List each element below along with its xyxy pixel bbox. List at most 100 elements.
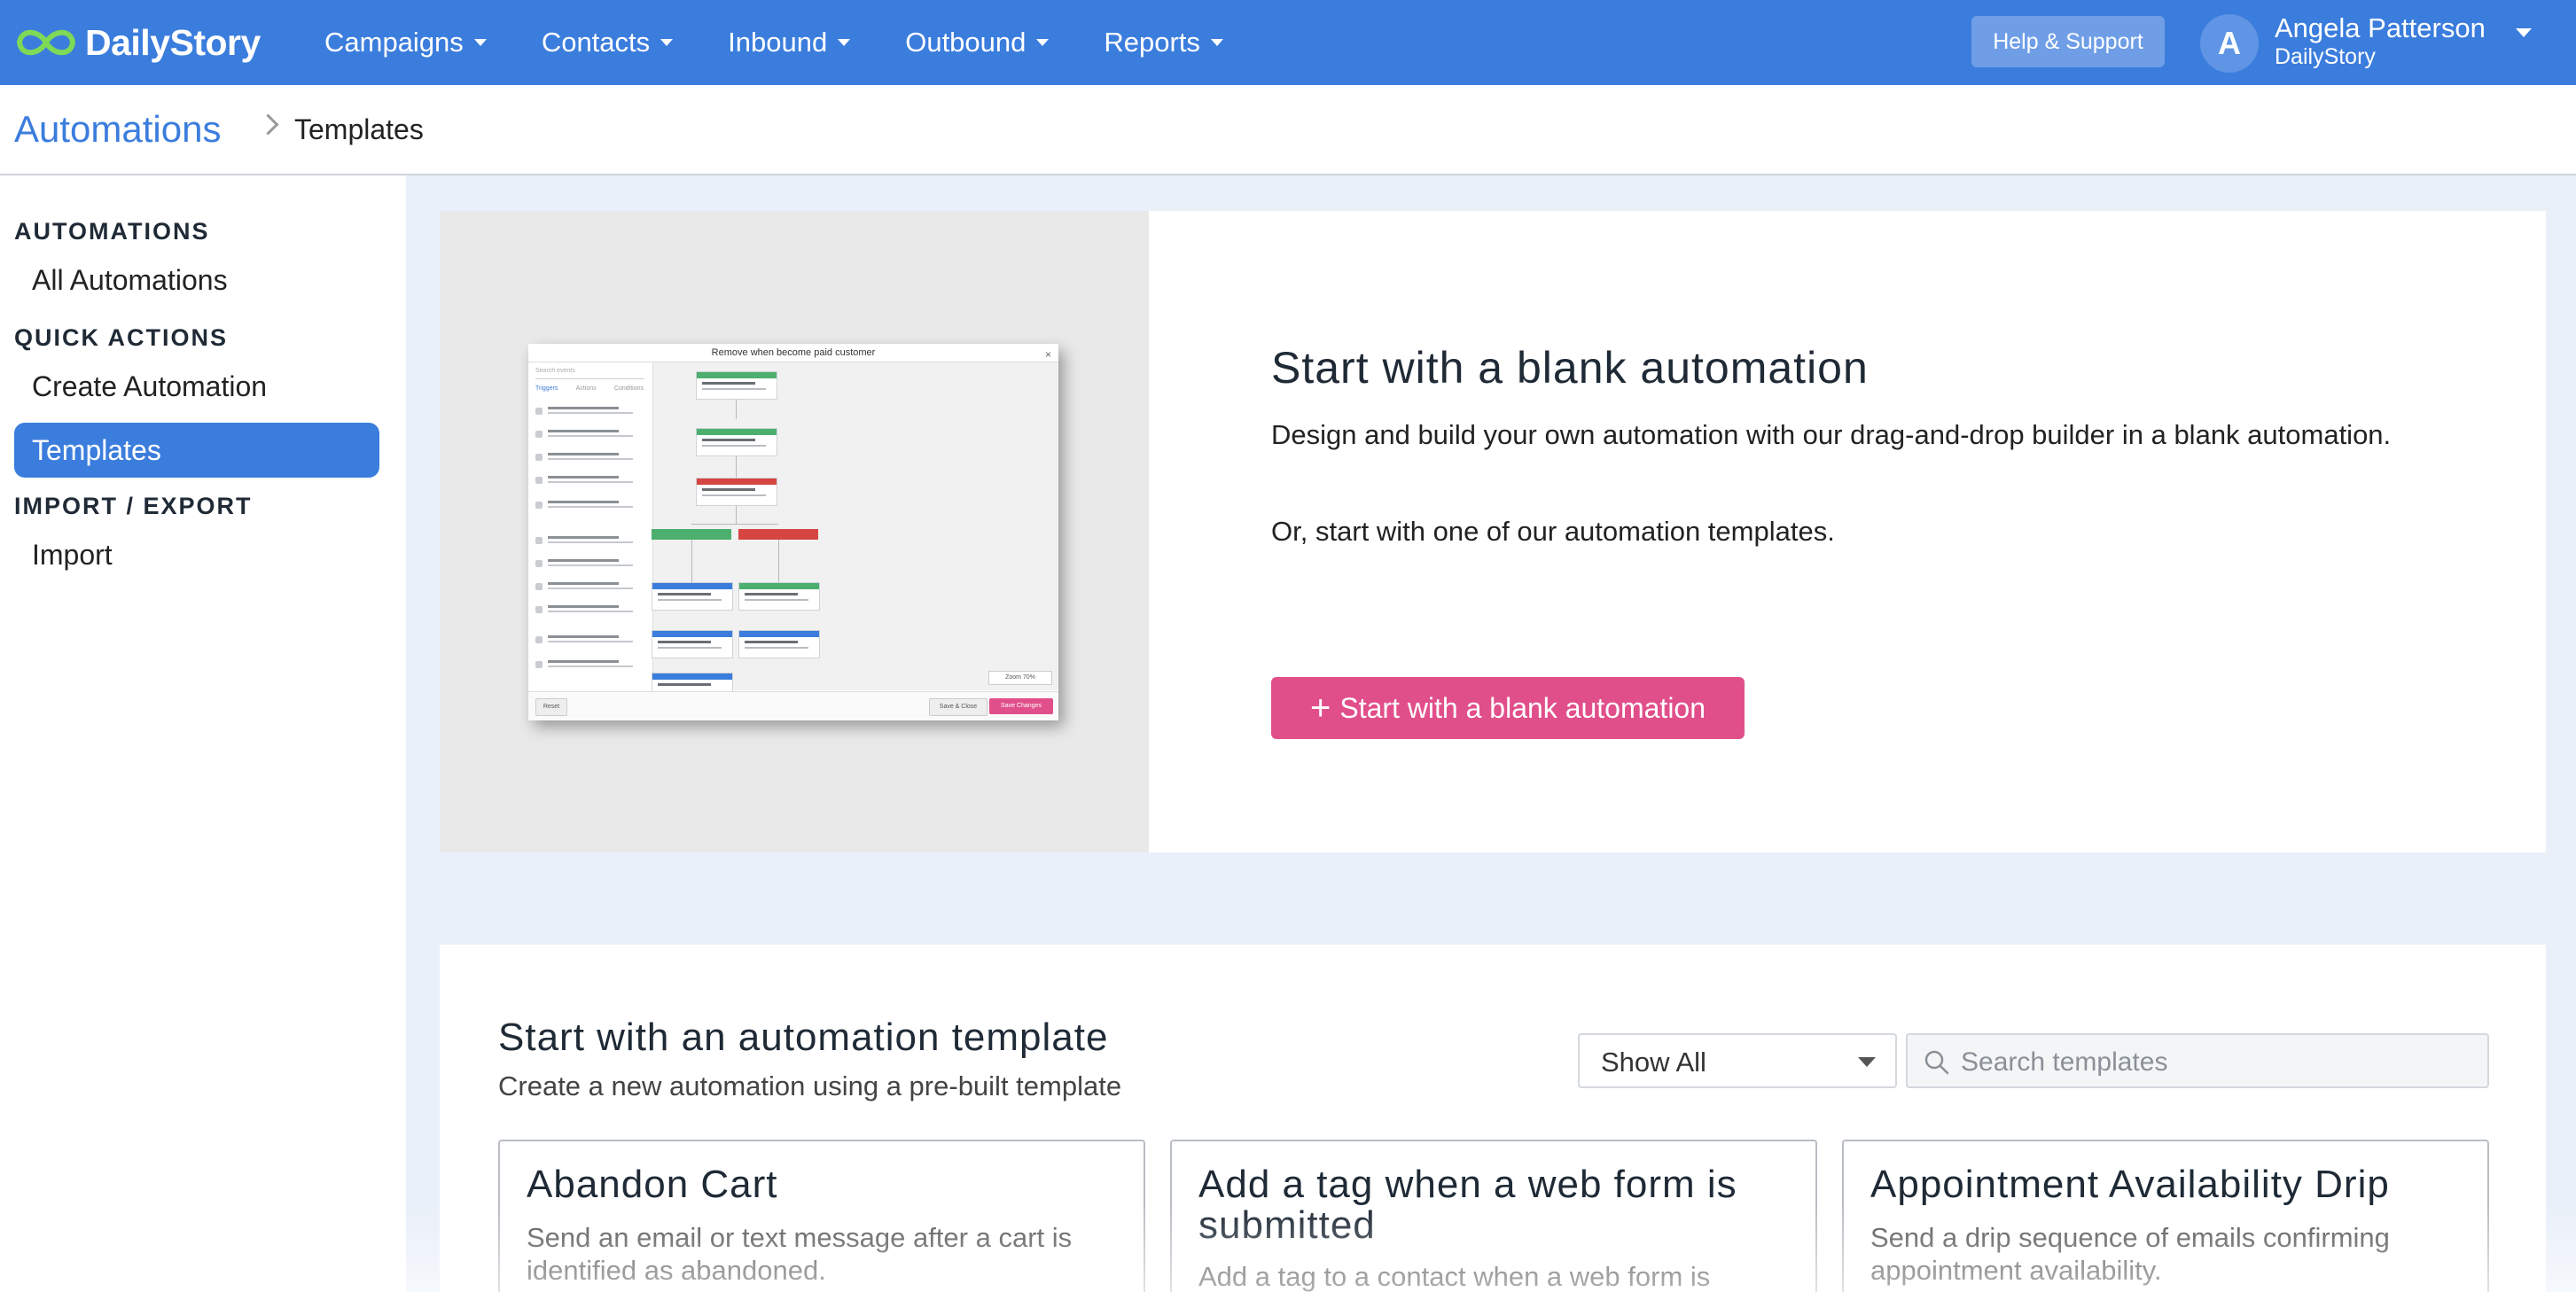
template-card-title: Appointment Availability Drip [1870, 1163, 2390, 1206]
preview-list-item [535, 658, 642, 674]
template-card-title: Abandon Cart [527, 1163, 778, 1206]
builder-preview-screenshot: Remove when become paid customer × Search… [528, 344, 1058, 720]
start-blank-automation-button[interactable]: + Start with a blank automation [1271, 677, 1745, 739]
preview-title-text: Remove when become paid customer [711, 347, 876, 358]
nav-reports-label: Reports [1104, 27, 1200, 58]
blank-automation-panel: Remove when become paid customer × Search… [440, 211, 2546, 852]
template-card-description: Add a tag to a contact when a web form i… [1198, 1261, 1711, 1292]
preview-tab: Actions [575, 385, 597, 392]
flow-connector [736, 398, 737, 419]
sidebar-item-all-automations[interactable]: All Automations [32, 264, 228, 297]
sidebar: AUTOMATIONS All Automations QUICK ACTION… [0, 175, 406, 1292]
preview-list-item [535, 603, 642, 619]
sidebar-item-templates-label: Templates [32, 433, 161, 466]
plus-icon: + [1309, 689, 1331, 728]
preview-reset-button: Reset [535, 698, 567, 716]
template-card-appointment-availability[interactable]: Appointment Availability Drip Send a dri… [1842, 1140, 2489, 1292]
infinity-logo-icon [16, 29, 76, 56]
templates-hint: Or, start with one of our automation tem… [1271, 516, 1835, 547]
preview-list-item [535, 451, 642, 467]
nav-inbound[interactable]: Inbound [728, 27, 851, 58]
flow-node-action [652, 673, 733, 692]
caret-down-icon [1210, 39, 1223, 46]
flow-node-action [738, 582, 820, 611]
sidebar-item-import[interactable]: Import [32, 539, 113, 572]
preview-tabs: Triggers Actions Conditions [535, 385, 644, 396]
preview-tab: Triggers [535, 385, 558, 392]
preview-list-item [535, 534, 642, 550]
preview-save-close-button: Save & Close [929, 698, 987, 716]
template-search-box [1906, 1033, 2489, 1088]
caret-down-icon [660, 39, 674, 46]
preview-tab: Conditions [613, 385, 644, 392]
flow-branch-no [738, 529, 818, 540]
caret-down-icon [473, 39, 487, 46]
template-filter-value: Show All [1601, 1047, 1706, 1078]
builder-preview-area: Remove when become paid customer × Search… [440, 211, 1149, 852]
preview-list-item [535, 474, 642, 490]
main-nav: Campaigns Contacts Inbound Outbound Repo… [324, 0, 1278, 85]
breadcrumb-current: Templates [294, 113, 424, 145]
template-card-title: Add a tag when a web form is submitted [1198, 1163, 1737, 1247]
flow-node-condition [696, 478, 777, 506]
caret-down-icon [838, 39, 851, 46]
preview-list-item [535, 557, 642, 573]
templates-title: Start with an automation template [498, 1016, 1109, 1059]
caret-down-icon [1036, 39, 1050, 46]
user-org: DailyStory [2275, 44, 2376, 69]
main-content: Remove when become paid customer × Search… [406, 175, 2576, 1292]
preview-flow-canvas: Zoom 70% [652, 362, 1058, 692]
nav-contacts[interactable]: Contacts [541, 27, 674, 58]
preview-list-item [535, 580, 642, 596]
user-name[interactable]: Angela Patterson [2275, 12, 2486, 44]
flow-branch-line [691, 524, 778, 525]
preview-list-item [535, 634, 642, 650]
close-icon: × [1044, 348, 1051, 361]
preview-search: Search events [535, 368, 644, 379]
blank-automation-title: Start with a blank automation [1271, 343, 1869, 393]
flow-node-action [652, 630, 733, 658]
preview-window-title: Remove when become paid customer × [528, 344, 1058, 362]
preview-footer: Reset Save & Close Save Changes [528, 691, 1058, 720]
flow-node-trigger [696, 371, 777, 400]
chevron-right-icon [257, 113, 279, 136]
preview-zoom-control: Zoom 70% [988, 671, 1052, 685]
nav-campaigns[interactable]: Campaigns [324, 27, 487, 58]
template-filter-select[interactable]: Show All [1578, 1033, 1897, 1088]
preview-list-item [535, 499, 642, 515]
template-card-add-tag-web-form[interactable]: Add a tag when a web form is submitted A… [1170, 1140, 1817, 1292]
template-search-input[interactable] [1959, 1044, 2477, 1081]
templates-subtitle: Create a new automation using a pre-buil… [498, 1070, 1122, 1101]
dailystory-logo[interactable]: DailyStory [12, 16, 261, 69]
preview-save-button: Save Changes [989, 698, 1053, 714]
avatar[interactable]: A [2200, 14, 2259, 73]
template-card-description: Send a drip sequence of emails confirmin… [1870, 1222, 2390, 1286]
flow-connector [736, 504, 737, 524]
preview-event-list: Search events Triggers Actions Condition… [528, 362, 653, 690]
flow-node-action [738, 630, 820, 658]
sidebar-heading-import-export: IMPORT / EXPORT [14, 493, 253, 519]
breadcrumb: Automations Templates [0, 85, 2576, 175]
preview-list-item [535, 428, 642, 444]
flow-branch-yes [652, 529, 731, 540]
template-card-abandon-cart[interactable]: Abandon Cart Send an email or text messa… [498, 1140, 1145, 1292]
nav-reports[interactable]: Reports [1104, 27, 1223, 58]
nav-contacts-label: Contacts [541, 27, 651, 58]
sidebar-heading-quick-actions: QUICK ACTIONS [14, 324, 228, 351]
flow-connector [736, 455, 737, 478]
search-icon [1924, 1050, 1949, 1075]
caret-down-icon [1858, 1057, 1876, 1067]
sidebar-item-create-automation[interactable]: Create Automation [32, 370, 267, 403]
user-menu-caret-icon[interactable] [2516, 28, 2532, 37]
template-card-description: Send an email or text message after a ca… [527, 1222, 1073, 1286]
nav-campaigns-label: Campaigns [324, 27, 464, 58]
top-navbar: DailyStory Campaigns Contacts Inbound Ou… [0, 0, 2576, 85]
sidebar-heading-automations: AUTOMATIONS [14, 218, 210, 245]
sidebar-item-templates[interactable]: Templates [14, 423, 379, 478]
help-support-button[interactable]: Help & Support [1971, 16, 2165, 67]
nav-outbound-label: Outbound [905, 27, 1026, 58]
flow-node-action [652, 582, 733, 611]
nav-outbound[interactable]: Outbound [905, 27, 1050, 58]
blank-automation-description: Design and build your own automation wit… [1271, 419, 2392, 450]
breadcrumb-automations-link[interactable]: Automations [14, 108, 221, 151]
